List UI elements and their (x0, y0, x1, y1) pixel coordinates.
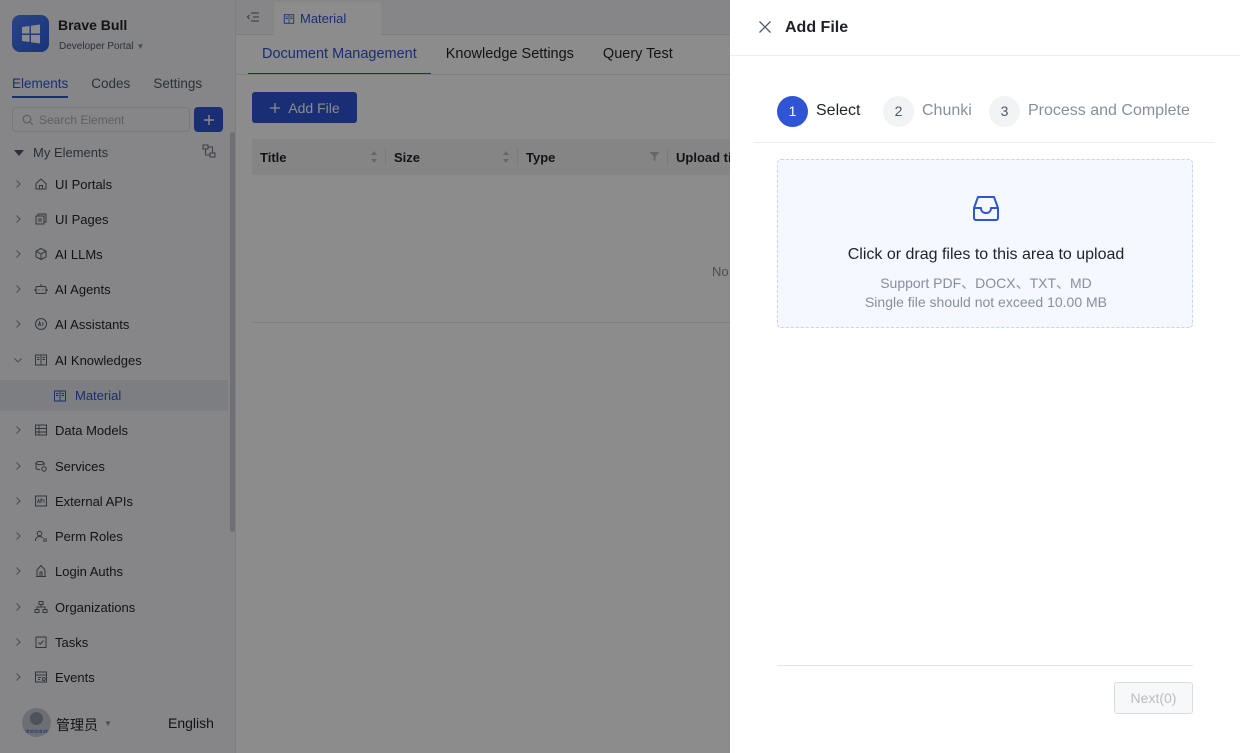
step-number: 3 (989, 95, 1020, 127)
upload-dropzone[interactable]: Click or drag files to this area to uplo… (777, 159, 1193, 328)
step-label: Process and Complete (1028, 102, 1190, 119)
next-button[interactable]: Next(0) (1114, 682, 1193, 714)
drawer-header: Add File (730, 0, 1240, 56)
step-select: 1 Select (777, 95, 860, 127)
step-label: Select (816, 102, 861, 119)
upload-support-text: Support PDF、DOCX、TXT、MD (880, 275, 1092, 291)
step-process-complete: 3 Process and Complete (989, 95, 1190, 127)
step-label: Chunki (922, 102, 972, 119)
drawer-title: Add File (785, 19, 849, 36)
step-number: 2 (883, 95, 914, 127)
step-chunking: 2 Chunki (883, 95, 973, 127)
add-file-drawer: Add File 1 Select 2 Chunki 3 Process and… (730, 0, 1240, 753)
close-icon[interactable] (758, 20, 772, 34)
inbox-icon (973, 196, 999, 221)
divider (777, 665, 1193, 666)
divider (753, 142, 1215, 143)
upload-limit-text: Single file should not exceed 10.00 MB (864, 294, 1108, 310)
upload-main-text: Click or drag files to this area to uplo… (847, 246, 1125, 263)
steps: 1 Select 2 Chunki 3 Process and Complete (777, 95, 1217, 127)
step-number: 1 (777, 95, 808, 127)
